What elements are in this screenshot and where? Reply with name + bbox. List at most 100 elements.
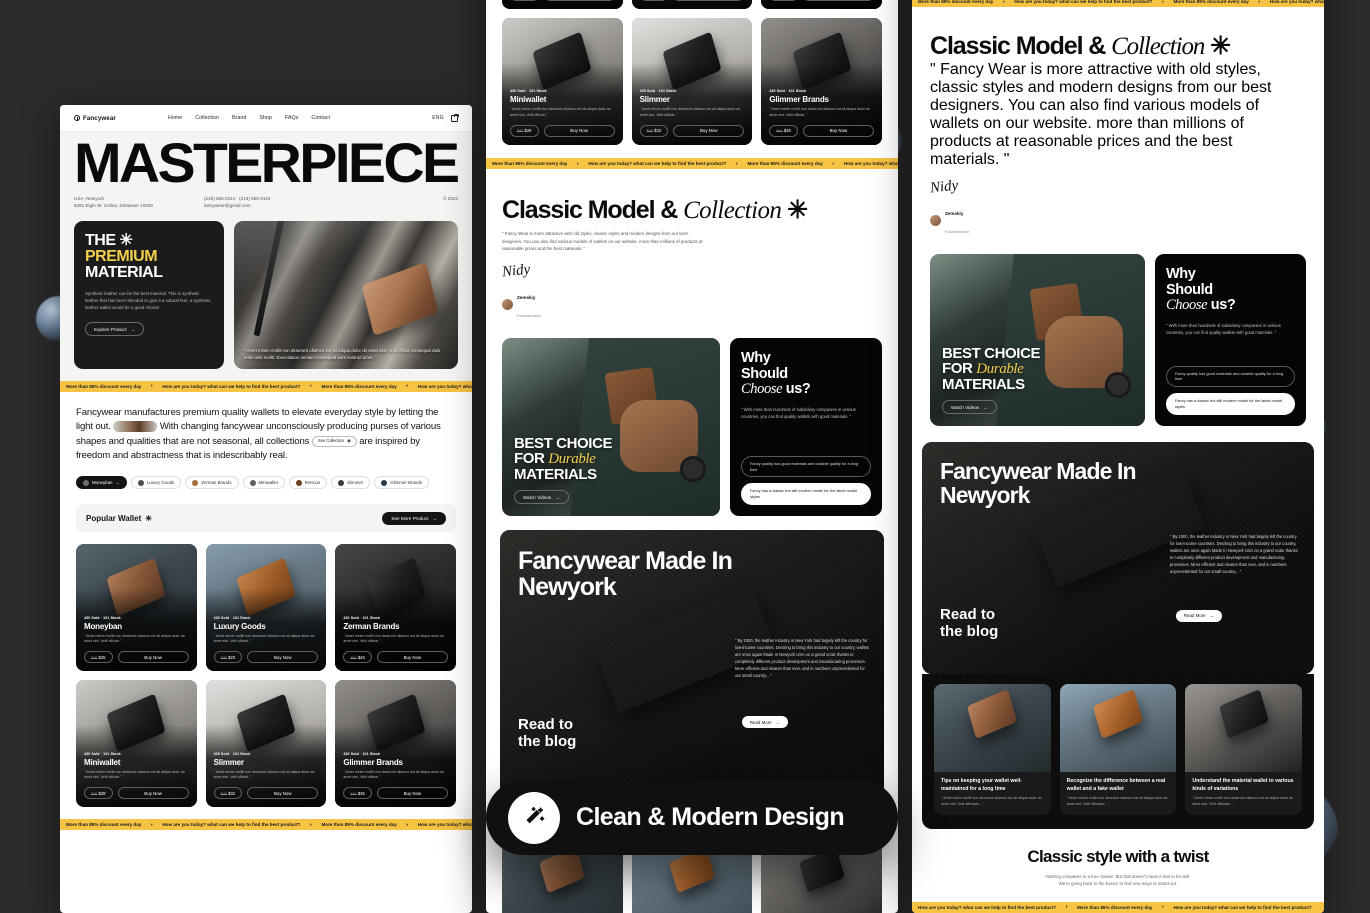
brand-chip-zerman-brands[interactable]: Zerman Brands bbox=[185, 476, 239, 490]
product-old-price: $50 bbox=[350, 655, 357, 660]
author-text: Zemskiy Founder/owner bbox=[517, 286, 541, 322]
product-old-price: $30 bbox=[517, 129, 524, 134]
buy-now-button[interactable]: Buy Now bbox=[802, 0, 874, 1]
brand-chip-moneyban[interactable]: Moneyban → bbox=[76, 476, 127, 490]
why-pill-2[interactable]: Fancy has a classic but still modern mod… bbox=[1166, 393, 1295, 415]
product-card[interactable]: 430 Sold · 101 Stock Miniwallet " Amet m… bbox=[76, 680, 197, 808]
product-price: $30 $20 bbox=[639, 0, 669, 1]
hero-address-line2: 8391 Elgin St. Celina, Delaware 10299 bbox=[74, 202, 153, 208]
buy-now-button[interactable]: Buy Now bbox=[117, 651, 189, 664]
asterisk-icon: ✳ bbox=[145, 513, 152, 523]
buy-now-button[interactable]: Buy Now bbox=[376, 787, 448, 800]
product-desc: " Amet minim mollit non deserunt ullamco… bbox=[639, 107, 741, 118]
read-more-button[interactable]: Read More → bbox=[1175, 610, 1222, 622]
nav-item-collection[interactable]: Collection bbox=[195, 115, 219, 121]
buy-now-button[interactable]: Buy Now bbox=[673, 0, 745, 1]
product-name: Luxury Goods bbox=[213, 621, 266, 631]
why-pill-1[interactable]: Fancy quality has good materials and dur… bbox=[1166, 365, 1295, 388]
product-card[interactable]: 430 Sold · 101 Stock Glimmer Brands " Am… bbox=[335, 680, 456, 808]
buy-now-button[interactable]: Buy Now bbox=[247, 651, 319, 664]
watch-videos-button[interactable]: Watch Videos → bbox=[514, 490, 569, 505]
product-card[interactable]: 430 Sold · 101 Stock Slimmer " Amet mini… bbox=[631, 18, 753, 145]
why-pill-2[interactable]: Fancy has a classic but still modern mod… bbox=[741, 483, 871, 506]
product-stats: 430 Sold · 101 Stock bbox=[343, 615, 381, 620]
product-sold: 430 Sold bbox=[213, 615, 230, 620]
see-more-label: See More Product bbox=[391, 515, 429, 521]
marquee-item: How are you today? what can we help to f… bbox=[417, 822, 472, 828]
product-card[interactable]: 430 Sold · 101 Stock Zerman Brands " Ame… bbox=[761, 0, 882, 9]
product-card[interactable]: 430 Sold · 101 Stock Slimmer " Amet mini… bbox=[205, 680, 327, 808]
why-pill-1[interactable]: Fancy quality has good materials and dur… bbox=[741, 455, 871, 478]
brand-chip-glimmer-brands[interactable]: Glimmer Brands bbox=[374, 476, 429, 490]
blog-image bbox=[1059, 684, 1177, 772]
buy-now-button[interactable]: Buy Now bbox=[247, 787, 319, 800]
brand-chip-label: Zerman Brands bbox=[201, 480, 232, 486]
product-desc: " Amet minim mollit non deserunt ullamco… bbox=[510, 107, 611, 118]
arrow-right-icon: → bbox=[115, 480, 120, 486]
hero-meta: USA, Newyork 8391 Elgin St. Celina, Dela… bbox=[74, 196, 458, 210]
nav-item-brand[interactable]: Brand bbox=[232, 115, 246, 121]
clean-modern-design-badge[interactable]: Clean & Modern Design bbox=[486, 780, 898, 855]
arrow-right-icon: → bbox=[983, 404, 988, 410]
product-desc: " Amet minim mollit non deserunt ullamco… bbox=[769, 107, 871, 118]
product-card[interactable]: 430 Sold · 101 Stock Glimmer Brands " Am… bbox=[761, 18, 882, 145]
buy-now-button[interactable]: Buy Now bbox=[802, 124, 874, 137]
why-choose-card: Why Should Choose us? " With more than h… bbox=[730, 338, 882, 517]
buy-now-button[interactable]: Buy Now bbox=[543, 124, 615, 137]
promo-marquee-bottom: More than 85% discount every day ◗ How a… bbox=[60, 819, 472, 831]
product-card[interactable]: 430 Sold · 101 Stock Moneyban " Amet min… bbox=[76, 544, 197, 672]
marquee-dot-icon: ◗ bbox=[1065, 904, 1069, 911]
classic-title-script: Collection bbox=[1111, 33, 1205, 60]
best-choice-card[interactable]: BEST CHOICE FOR Durable MATERIALS Watch … bbox=[930, 254, 1145, 426]
twist-line1: Nothing compares to a true classic. But … bbox=[1045, 873, 1191, 879]
marquee-item: How are you today? what can we help to f… bbox=[1269, 0, 1324, 4]
brand-chip-miniwallet[interactable]: Miniwallet bbox=[242, 476, 285, 490]
product-new-price: $35 bbox=[357, 790, 365, 796]
watch-videos-button[interactable]: Watch Videos → bbox=[942, 400, 997, 414]
buy-now-button[interactable]: Buy Now bbox=[543, 0, 615, 1]
explore-product-label: Explore Product bbox=[94, 326, 127, 332]
nav-item-shop[interactable]: Shop bbox=[259, 115, 272, 121]
buy-now-button[interactable]: Buy Now bbox=[673, 124, 745, 137]
see-collection-button[interactable]: See Collection ◉ bbox=[311, 435, 357, 447]
explore-product-button[interactable]: Explore Product → bbox=[85, 322, 145, 337]
language-selector[interactable]: ENG bbox=[432, 115, 444, 121]
brand-chip-retrous[interactable]: Retrous bbox=[288, 476, 328, 490]
brand-logo[interactable]: Fancywear bbox=[74, 115, 116, 122]
nav-item-contact[interactable]: Contact bbox=[311, 115, 330, 121]
swatch-icon bbox=[295, 479, 302, 486]
nav-item-faqs[interactable]: FAQs bbox=[285, 115, 298, 121]
product-card[interactable]: 430 Sold · 101 Stock Moneyban " Amet min… bbox=[502, 0, 623, 9]
blog-card[interactable]: Understand the material wallet in variou… bbox=[1185, 684, 1303, 815]
product-card[interactable]: 430 Sold · 101 Stock Luxury Goods " Amet… bbox=[205, 544, 327, 672]
product-stats: 430 Sold · 101 Stock bbox=[639, 89, 677, 94]
blog-card[interactable]: Recognize the difference between a real … bbox=[1059, 684, 1177, 815]
blog-card[interactable]: Tips on keeping your wallet well-maintai… bbox=[934, 684, 1051, 815]
image-overlay bbox=[502, 0, 623, 9]
product-meta: 430 Sold · 101 Stock Miniwallet " Amet m… bbox=[510, 89, 615, 137]
hero-cards: THE ✳ PREMIUM MATERIAL Synthetic leather… bbox=[74, 220, 458, 369]
marquee-dot-icon: ◗ bbox=[309, 821, 313, 828]
shopping-bag-icon[interactable] bbox=[451, 113, 459, 122]
product-card[interactable]: 430 Sold · 101 Stock Luxury Goods " Amet… bbox=[631, 0, 753, 9]
best-choice-card[interactable]: BEST CHOICE FOR Durable MATERIALS Watch … bbox=[502, 338, 720, 517]
read-more-button[interactable]: Read More → bbox=[741, 716, 788, 728]
nav-item-home[interactable]: Home bbox=[168, 115, 182, 121]
buy-now-button[interactable]: Buy Now bbox=[376, 651, 448, 664]
product-stats: 430 Sold · 101 Stock bbox=[213, 751, 251, 756]
product-name: Slimmer bbox=[213, 757, 244, 767]
brand-chip-luxury-goods[interactable]: Luxury Goods bbox=[130, 476, 182, 490]
product-meta: 430 Sold · 101 Stock Slimmer " Amet mini… bbox=[639, 89, 745, 137]
see-more-product-button[interactable]: See More Product → bbox=[382, 511, 446, 525]
product-card[interactable]: 430 Sold · 101 Stock Zerman Brands " Ame… bbox=[335, 544, 456, 672]
buy-now-button[interactable]: Buy Now bbox=[117, 787, 189, 800]
product-meta: 430 Sold · 101 Stock Glimmer Brands " Am… bbox=[769, 89, 874, 137]
product-old-price: $40 bbox=[220, 791, 227, 796]
marquee-item: How are you today? what can we help to f… bbox=[1014, 0, 1153, 4]
product-card[interactable]: 430 Sold · 101 Stock Miniwallet " Amet m… bbox=[502, 18, 623, 145]
brand-chip-label: Luxury Goods bbox=[146, 480, 175, 486]
product-meta: 430 Sold · 101 Stock Luxury Goods " Amet… bbox=[213, 615, 319, 664]
newyork-body: " By 1000, the leather industry in New Y… bbox=[735, 638, 870, 678]
brand-chip-slimmer[interactable]: Slimmer bbox=[331, 476, 371, 490]
hero-phone: (219) 555-0114 - (219) 555-0104 bbox=[204, 195, 271, 201]
